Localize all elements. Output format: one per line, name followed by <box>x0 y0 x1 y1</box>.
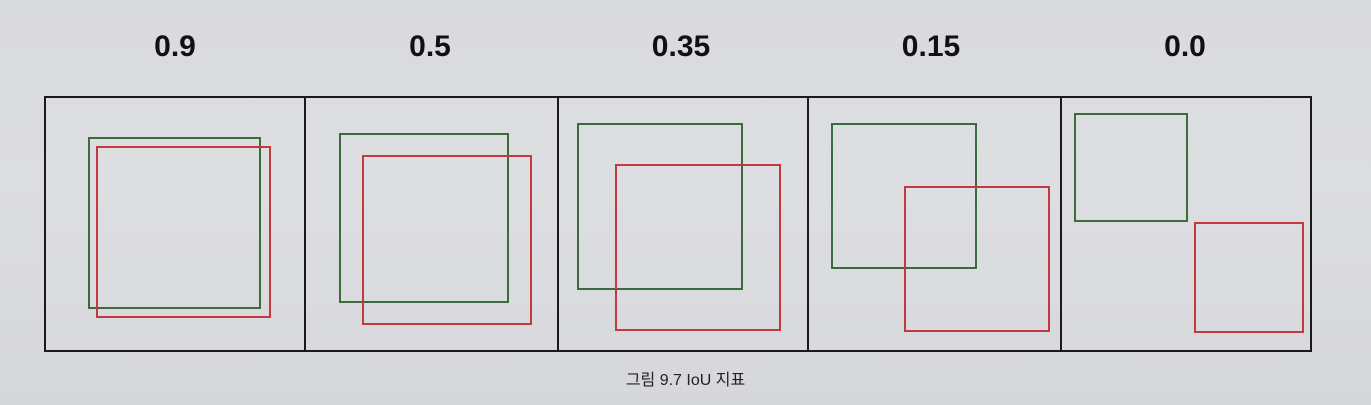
iou-figure-frame <box>44 96 1312 352</box>
iou-panel-0-15 <box>809 98 1062 350</box>
iou-panel-0-35 <box>559 98 809 350</box>
figure-caption: 그림 9.7 IoU 지표 <box>625 372 746 389</box>
iou-panel-0-0 <box>1062 98 1312 350</box>
iou-label-0-35: 0.35 <box>651 30 711 63</box>
iou-label-0-9: 0.9 <box>154 30 196 63</box>
predicted-box <box>904 186 1050 332</box>
iou-label-0-0: 0.0 <box>1164 30 1206 63</box>
iou-panel-0-9 <box>46 98 306 350</box>
predicted-box <box>96 146 271 318</box>
predicted-box <box>362 155 532 325</box>
iou-label-0-5: 0.5 <box>409 30 451 63</box>
predicted-box <box>615 164 781 331</box>
iou-value-labels: 0.9 0.5 0.35 0.15 0.0 <box>44 30 1312 70</box>
iou-label-0-15: 0.15 <box>901 30 961 63</box>
ground-truth-box <box>1074 113 1188 222</box>
iou-panel-0-5 <box>306 98 559 350</box>
predicted-box <box>1194 222 1304 333</box>
